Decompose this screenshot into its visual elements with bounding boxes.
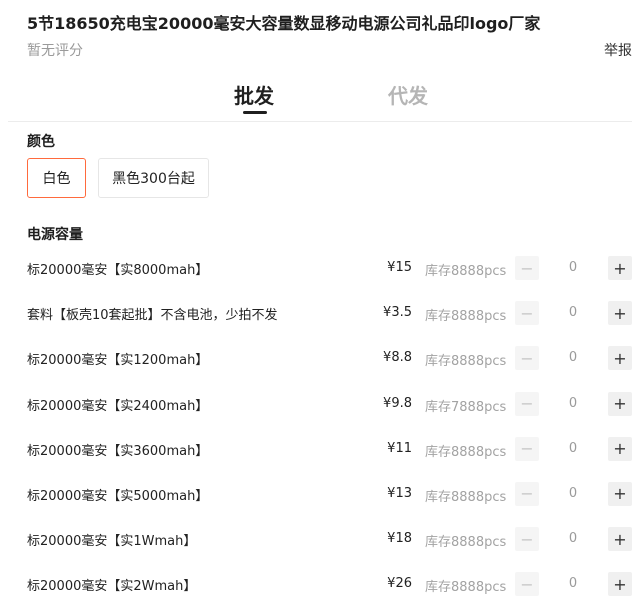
sku-stock: 库存8888pcs [425, 535, 507, 551]
minus-icon[interactable]: − [515, 256, 539, 280]
plus-icon[interactable]: + [608, 301, 632, 326]
sku-name: 标20000毫安【实3600mah】 [27, 443, 209, 459]
sku-row: 标20000毫安【实2400mah】 ¥9.8 库存7888pcs − 0 + [0, 381, 640, 426]
plus-icon[interactable]: + [608, 481, 632, 506]
rating-text: 暂无评分 [27, 43, 83, 59]
minus-icon[interactable]: − [515, 481, 539, 506]
sku-stock: 库存8888pcs [425, 444, 507, 460]
quantity-value[interactable]: 0 [563, 396, 583, 411]
minus-icon[interactable]: − [515, 346, 539, 371]
product-title: 5节18650充电宝20000毫安大容量数显移动电源公司礼品印logo厂家 [27, 14, 541, 33]
sku-stock: 库存7888pcs [425, 399, 507, 415]
sku-name: 套料【板壳10套起批】不含电池，少拍不发 [27, 308, 278, 324]
sku-price: ¥8.8 [383, 350, 412, 366]
plus-icon[interactable]: + [608, 391, 632, 416]
minus-icon[interactable]: − [515, 391, 539, 416]
sku-row: 套料【板壳10套起批】不含电池，少拍不发 ¥3.5 库存8888pcs − 0 … [0, 290, 640, 335]
purchase-mode-tabs: 批发 代发 [0, 80, 640, 116]
color-section-label: 颜色 [27, 134, 55, 150]
sku-price: ¥9.8 [383, 395, 412, 411]
quantity-value[interactable]: 0 [563, 531, 583, 546]
sku-name: 标20000毫安【实1Wmah】 [27, 534, 197, 550]
section-divider [8, 121, 632, 122]
sku-price: ¥13 [387, 485, 412, 501]
sku-price: ¥11 [387, 440, 412, 456]
report-link[interactable]: 举报 [604, 40, 632, 60]
sku-stock: 库存8888pcs [425, 309, 507, 325]
sku-name: 标20000毫安【实1200mah】 [27, 353, 209, 369]
sku-row: 标20000毫安【实1200mah】 ¥8.8 库存8888pcs − 0 + [0, 335, 640, 380]
sku-list: 标20000毫安【实8000mah】 ¥15 库存8888pcs − 0 + 套… [0, 245, 640, 607]
sku-name: 标20000毫安【实5000mah】 [27, 488, 209, 504]
sku-stock: 库存8888pcs [425, 489, 507, 505]
sku-row: 标20000毫安【实2Wmah】 ¥26 库存8888pcs − 0 + [0, 561, 640, 606]
sku-stock: 库存8888pcs [425, 354, 507, 370]
sku-stock: 库存8888pcs [425, 264, 507, 279]
tab-wholesale[interactable]: 批发 [234, 80, 274, 109]
sku-name: 标20000毫安【实2Wmah】 [27, 579, 197, 595]
sku-price: ¥15 [387, 260, 412, 275]
quantity-value[interactable]: 0 [563, 350, 583, 365]
sku-price: ¥3.5 [383, 305, 412, 321]
sku-row: 标20000毫安【实8000mah】 ¥15 库存8888pcs − 0 + [0, 245, 640, 290]
quantity-value[interactable]: 0 [563, 441, 583, 456]
sku-name: 标20000毫安【实2400mah】 [27, 398, 209, 414]
plus-icon[interactable]: + [608, 346, 632, 371]
minus-icon[interactable]: − [515, 527, 539, 552]
capacity-section-label: 电源容量 [27, 227, 83, 243]
plus-icon[interactable]: + [608, 256, 632, 280]
color-option-white[interactable]: 白色 [27, 158, 86, 198]
sku-name: 标20000毫安【实8000mah】 [27, 263, 209, 278]
plus-icon[interactable]: + [608, 436, 632, 461]
plus-icon[interactable]: + [608, 527, 632, 552]
quantity-value[interactable]: 0 [563, 576, 583, 591]
sku-row: 标20000毫安【实1Wmah】 ¥18 库存8888pcs − 0 + [0, 516, 640, 561]
quantity-value[interactable]: 0 [563, 486, 583, 501]
active-tab-indicator [243, 111, 267, 114]
minus-icon[interactable]: − [515, 572, 539, 597]
minus-icon[interactable]: − [515, 301, 539, 326]
minus-icon[interactable]: − [515, 436, 539, 461]
sku-price: ¥18 [387, 531, 412, 547]
quantity-value[interactable]: 0 [563, 305, 583, 320]
quantity-value[interactable]: 0 [563, 260, 583, 275]
product-sku-panel: 5节18650充电宝20000毫安大容量数显移动电源公司礼品印logo厂家 暂无… [0, 0, 640, 616]
plus-icon[interactable]: + [608, 572, 632, 597]
sku-row: 标20000毫安【实5000mah】 ¥13 库存8888pcs − 0 + [0, 471, 640, 516]
color-option-black[interactable]: 黑色300台起 [98, 158, 209, 198]
sku-stock: 库存8888pcs [425, 580, 507, 596]
tab-dropship[interactable]: 代发 [388, 80, 428, 109]
sku-row: 标20000毫安【实3600mah】 ¥11 库存8888pcs − 0 + [0, 426, 640, 471]
sku-price: ¥26 [387, 576, 412, 592]
